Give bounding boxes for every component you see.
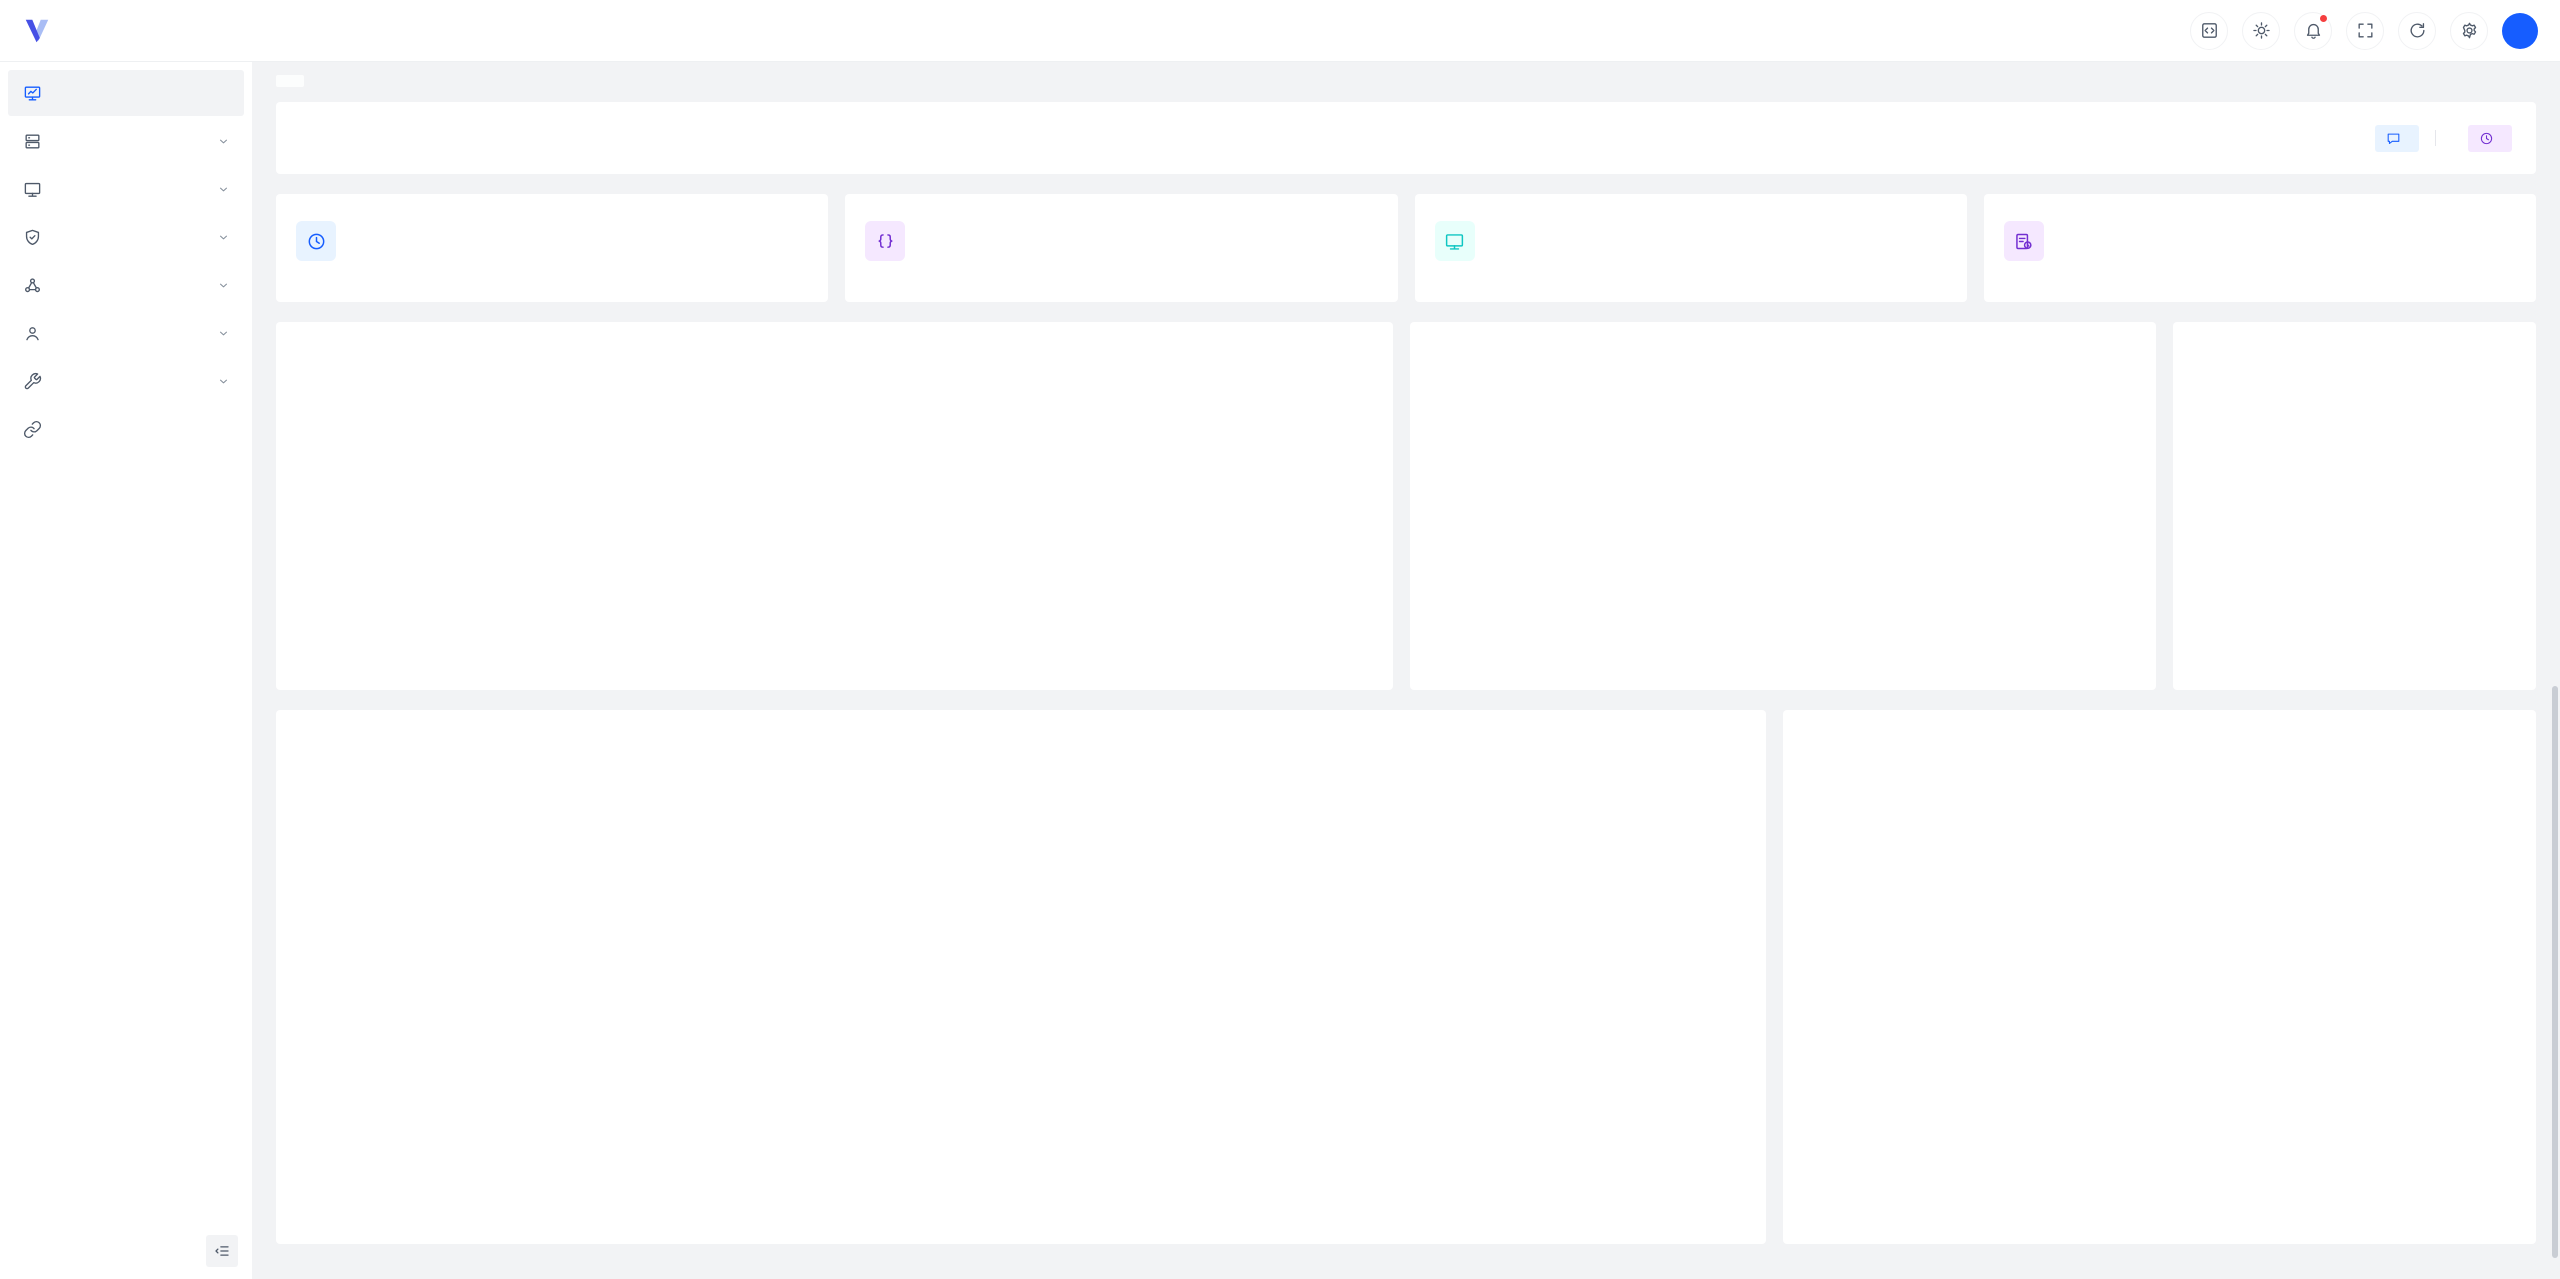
divider bbox=[2435, 130, 2436, 146]
chevron-down-icon bbox=[217, 231, 230, 244]
breadcrumb bbox=[276, 74, 2536, 92]
app-header bbox=[0, 0, 2560, 62]
notifications-button[interactable] bbox=[2294, 12, 2332, 50]
main-content bbox=[252, 62, 2560, 1279]
chevron-down-icon bbox=[217, 375, 230, 388]
link-icon bbox=[22, 419, 42, 439]
brand bbox=[22, 16, 64, 46]
terminal-records-card bbox=[276, 322, 1393, 690]
sidebar-item-audit[interactable] bbox=[8, 214, 244, 260]
stat-icon-chip bbox=[1435, 221, 1475, 261]
welcome-meta bbox=[2375, 125, 2512, 152]
sidebar-item-workbench[interactable] bbox=[8, 70, 244, 116]
sidebar-collapse-button[interactable] bbox=[206, 1235, 238, 1267]
chat-icon bbox=[2386, 131, 2401, 146]
monitor-icon bbox=[1444, 231, 1465, 252]
chevron-down-icon bbox=[217, 183, 230, 196]
code-square-icon bbox=[2200, 21, 2219, 40]
login-logs-card bbox=[1783, 710, 2536, 1244]
clock-icon bbox=[306, 231, 327, 252]
exec-records-card bbox=[1410, 322, 2156, 690]
gear-icon bbox=[2460, 21, 2479, 40]
unread-messages-badge[interactable] bbox=[2375, 125, 2419, 152]
cluster-icon bbox=[22, 275, 42, 295]
dashboard-icon bbox=[22, 83, 42, 103]
shield-check-icon bbox=[22, 227, 42, 247]
quick-actions-card bbox=[2173, 322, 2536, 690]
system-ops-area-chart bbox=[296, 756, 1746, 1218]
scrollbar-thumb[interactable] bbox=[2552, 686, 2558, 1258]
chevron-down-icon bbox=[217, 279, 230, 292]
sidebar-item-users[interactable] bbox=[8, 310, 244, 356]
chevron-down-icon bbox=[217, 135, 230, 148]
code-button[interactable] bbox=[2190, 12, 2228, 50]
chevron-down-icon bbox=[217, 327, 230, 340]
monitor-icon bbox=[22, 179, 42, 199]
fullscreen-icon bbox=[2356, 21, 2375, 40]
notification-dot bbox=[2319, 14, 2328, 23]
server-icon bbox=[22, 131, 42, 151]
collapse-icon bbox=[213, 1242, 231, 1260]
user-avatar[interactable] bbox=[2502, 13, 2538, 49]
last-login-time-badge bbox=[2468, 125, 2512, 152]
clock-icon bbox=[2479, 131, 2494, 146]
refresh-button[interactable] bbox=[2398, 12, 2436, 50]
stat-icon-chip bbox=[865, 221, 905, 261]
sidebar-item-host-ops[interactable] bbox=[8, 166, 244, 212]
sidebar-item-system[interactable] bbox=[8, 358, 244, 404]
theme-button[interactable] bbox=[2242, 12, 2280, 50]
welcome-banner bbox=[276, 102, 2536, 174]
stat-card-3 bbox=[1984, 194, 2536, 302]
sun-icon bbox=[2252, 21, 2271, 40]
sidebar bbox=[0, 62, 252, 1279]
braces-icon bbox=[875, 231, 896, 252]
wrench-icon bbox=[22, 371, 42, 391]
breadcrumb-workbench[interactable] bbox=[276, 75, 304, 87]
sidebar-item-assets[interactable] bbox=[8, 118, 244, 164]
system-ops-chart-card bbox=[276, 710, 1766, 1244]
user-icon bbox=[22, 323, 42, 343]
sidebar-item-project-link[interactable] bbox=[8, 406, 244, 452]
stat-icon-chip bbox=[296, 221, 336, 261]
settings-button[interactable] bbox=[2450, 12, 2488, 50]
stats-row bbox=[276, 194, 2536, 302]
task-icon bbox=[2013, 231, 2034, 252]
fullscreen-button[interactable] bbox=[2346, 12, 2384, 50]
refresh-icon bbox=[2408, 21, 2427, 40]
header-actions bbox=[2190, 12, 2538, 50]
stat-card-1 bbox=[845, 194, 1397, 302]
sidebar-item-batch-exec[interactable] bbox=[8, 262, 244, 308]
bell-icon bbox=[2304, 21, 2323, 40]
stat-card-0 bbox=[276, 194, 828, 302]
stat-card-2 bbox=[1415, 194, 1967, 302]
orion-visor-logo bbox=[22, 16, 52, 46]
stat-icon-chip bbox=[2004, 221, 2044, 261]
